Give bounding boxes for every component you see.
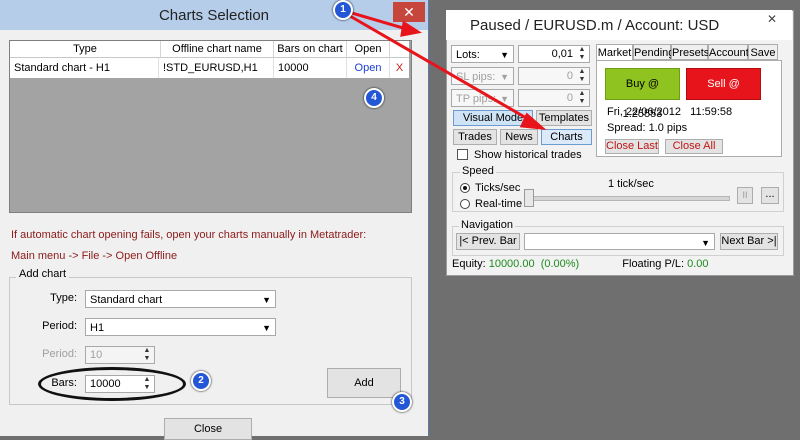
badge-2: 2 xyxy=(191,371,211,391)
badge-4: 4 xyxy=(364,88,384,108)
badge-3: 3 xyxy=(392,392,412,412)
badge-1: 1 xyxy=(333,0,353,20)
annotation-arrows xyxy=(342,9,547,130)
arrowhead-close xyxy=(400,20,422,37)
arrowhead-charts xyxy=(519,112,547,130)
red-arrows xyxy=(342,9,547,130)
